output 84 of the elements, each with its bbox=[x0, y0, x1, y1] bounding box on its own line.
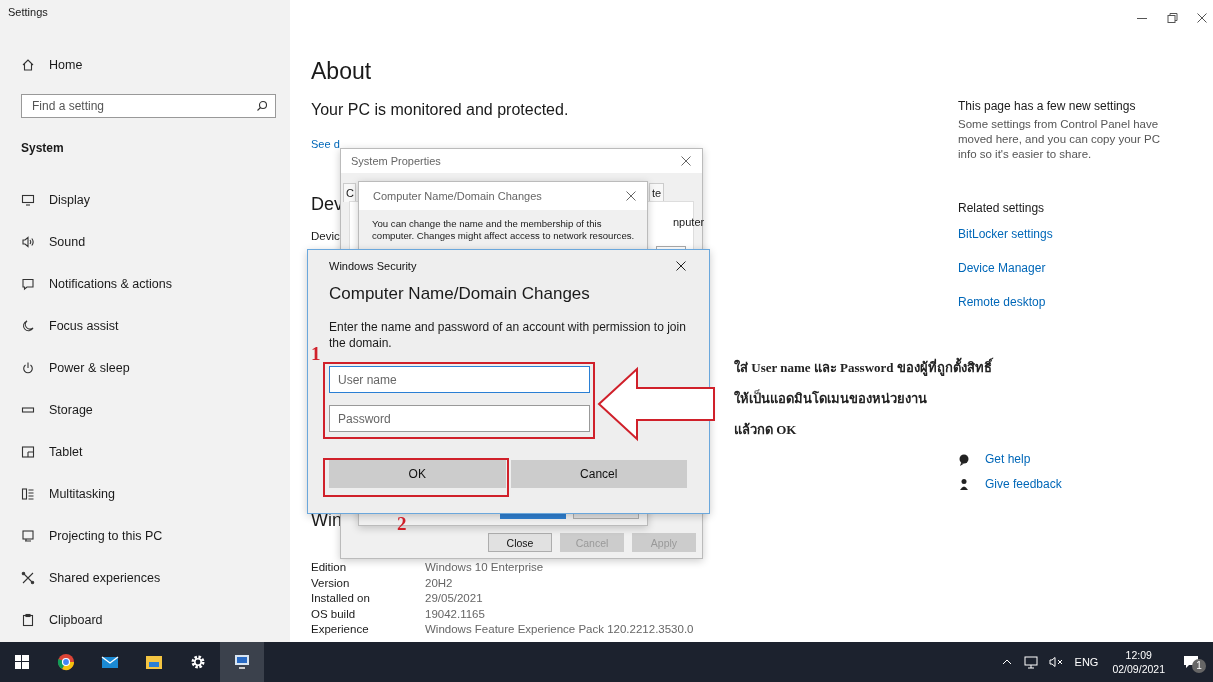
step-number: 2 bbox=[397, 515, 407, 532]
section-heading: Your PC is monitored and protected. bbox=[311, 100, 569, 120]
power-icon bbox=[21, 361, 35, 375]
dialog-title: Windows Security bbox=[329, 260, 417, 272]
step-number: 1 bbox=[311, 344, 321, 364]
clipboard-icon bbox=[21, 613, 35, 627]
annotation-text: ให้เป็นแอดมินโดเมนของหน่วยงาน bbox=[734, 388, 928, 408]
page-title: About bbox=[311, 57, 372, 85]
moon-icon bbox=[21, 319, 35, 333]
dialog-button[interactable]: Cancel bbox=[510, 460, 687, 488]
taskbar-button[interactable] bbox=[220, 642, 264, 682]
sidebar-item[interactable]: Display bbox=[0, 179, 290, 221]
info-title: Related settings bbox=[958, 200, 1046, 216]
folder-icon bbox=[145, 653, 163, 671]
monitor-icon bbox=[21, 193, 35, 207]
screen-icon bbox=[21, 529, 35, 543]
spec-label: Installed on bbox=[311, 591, 371, 607]
related-link[interactable]: BitLocker settings bbox=[958, 226, 1168, 242]
home-icon bbox=[21, 58, 35, 72]
search-field[interactable]: Find a setting bbox=[21, 94, 276, 118]
annotation-text: แล้วกด OK bbox=[734, 421, 798, 439]
window-title: Settings bbox=[7, 5, 49, 20]
sidebar-item[interactable]: Focus assist bbox=[0, 305, 290, 347]
tablet-icon bbox=[21, 445, 35, 459]
input-field[interactable]: Password bbox=[329, 405, 590, 432]
sidebar-item[interactable]: Clipboard bbox=[0, 599, 290, 641]
count-badge: 1 bbox=[1192, 659, 1206, 673]
sidebar-item[interactable]: Storage bbox=[0, 389, 290, 431]
help-link[interactable]: Get help bbox=[985, 452, 1031, 466]
dialog-title: System Properties bbox=[351, 155, 441, 167]
spec-value: Windows 10 Enterprise bbox=[425, 560, 545, 575]
tab[interactable]: C bbox=[343, 183, 356, 202]
sidebar-item[interactable]: Multitasking bbox=[0, 473, 290, 515]
link-icon bbox=[21, 571, 35, 585]
sidebar-item[interactable]: Projecting to this PC bbox=[0, 515, 290, 557]
input-field[interactable]: User name bbox=[329, 366, 590, 393]
annotation-text: ใส่ User name และ Password ของผู้ที่ถูกตั้งสิทธิ์ bbox=[734, 357, 992, 379]
spec-label: OS build bbox=[311, 606, 357, 622]
help-link[interactable]: Give feedback bbox=[985, 477, 1062, 491]
close-icon[interactable] bbox=[675, 260, 687, 272]
search-icon bbox=[256, 100, 268, 112]
dialog-button[interactable]: OK bbox=[329, 460, 506, 488]
clock-time[interactable]: 12:09 bbox=[1125, 648, 1152, 662]
speaker-icon bbox=[21, 235, 35, 249]
sidebar-item[interactable]: Power & sleep bbox=[0, 347, 290, 389]
spec-label: Edition bbox=[311, 560, 348, 575]
spec-value: 29/05/2021 bbox=[425, 591, 484, 607]
chat-bubble-icon bbox=[958, 452, 971, 466]
spec-value: 20H2 bbox=[425, 575, 454, 591]
home-link[interactable]: Home bbox=[0, 50, 290, 80]
muted-speaker-icon[interactable] bbox=[1048, 655, 1065, 669]
details-link[interactable]: See d bbox=[311, 137, 340, 151]
dialog-button[interactable]: Close bbox=[488, 533, 552, 552]
dialog-heading: Computer Name/Domain Changes bbox=[329, 283, 591, 305]
person-icon bbox=[958, 477, 971, 491]
close-icon bbox=[1196, 12, 1208, 24]
spec-label: Experience bbox=[311, 622, 370, 638]
info-text: Some settings from Control Panel have moved here, and you can copy your PC info so it's easier to share. bbox=[958, 117, 1161, 162]
dialog-text: You can change the name and the membership of this computer. Changes might affect access to network resources. bbox=[371, 217, 636, 242]
clock-date[interactable]: 02/09/2021 bbox=[1112, 662, 1165, 676]
related-link[interactable]: Remote desktop bbox=[958, 294, 1168, 310]
computer-icon bbox=[233, 653, 251, 671]
spec-value: Windows Feature Experience Pack 120.2212.3530.0 bbox=[425, 622, 694, 638]
dialog-text: Enter the name and password of an account with permission to join the domain. bbox=[329, 319, 687, 351]
panel-text: nputer bbox=[673, 216, 705, 228]
spec-label: Devic bbox=[311, 229, 340, 243]
sidebar-item[interactable]: Shared experiences bbox=[0, 557, 290, 599]
message-icon bbox=[21, 277, 35, 291]
related-link[interactable]: Device Manager bbox=[958, 260, 1168, 276]
windows-logo-icon bbox=[13, 653, 31, 671]
spec-label: Version bbox=[311, 575, 351, 591]
section-heading: System bbox=[20, 140, 65, 157]
restore-icon bbox=[1166, 12, 1178, 24]
info-title: This page has a few new settings bbox=[958, 98, 1137, 114]
dialog-title: Computer Name/Domain Changes bbox=[373, 190, 542, 202]
gear-icon bbox=[189, 653, 207, 671]
sidebar-item[interactable]: Sound bbox=[0, 221, 290, 263]
sidebar-item[interactable]: Notifications & actions bbox=[0, 263, 290, 305]
network-icon[interactable] bbox=[1022, 655, 1039, 669]
sidebar-item[interactable]: Tablet bbox=[0, 431, 290, 473]
spec-value: 19042.1165 bbox=[425, 606, 486, 622]
language-indicator[interactable]: ENG bbox=[1074, 656, 1099, 668]
window-grid-icon bbox=[21, 487, 35, 501]
browser-icon bbox=[57, 653, 75, 671]
